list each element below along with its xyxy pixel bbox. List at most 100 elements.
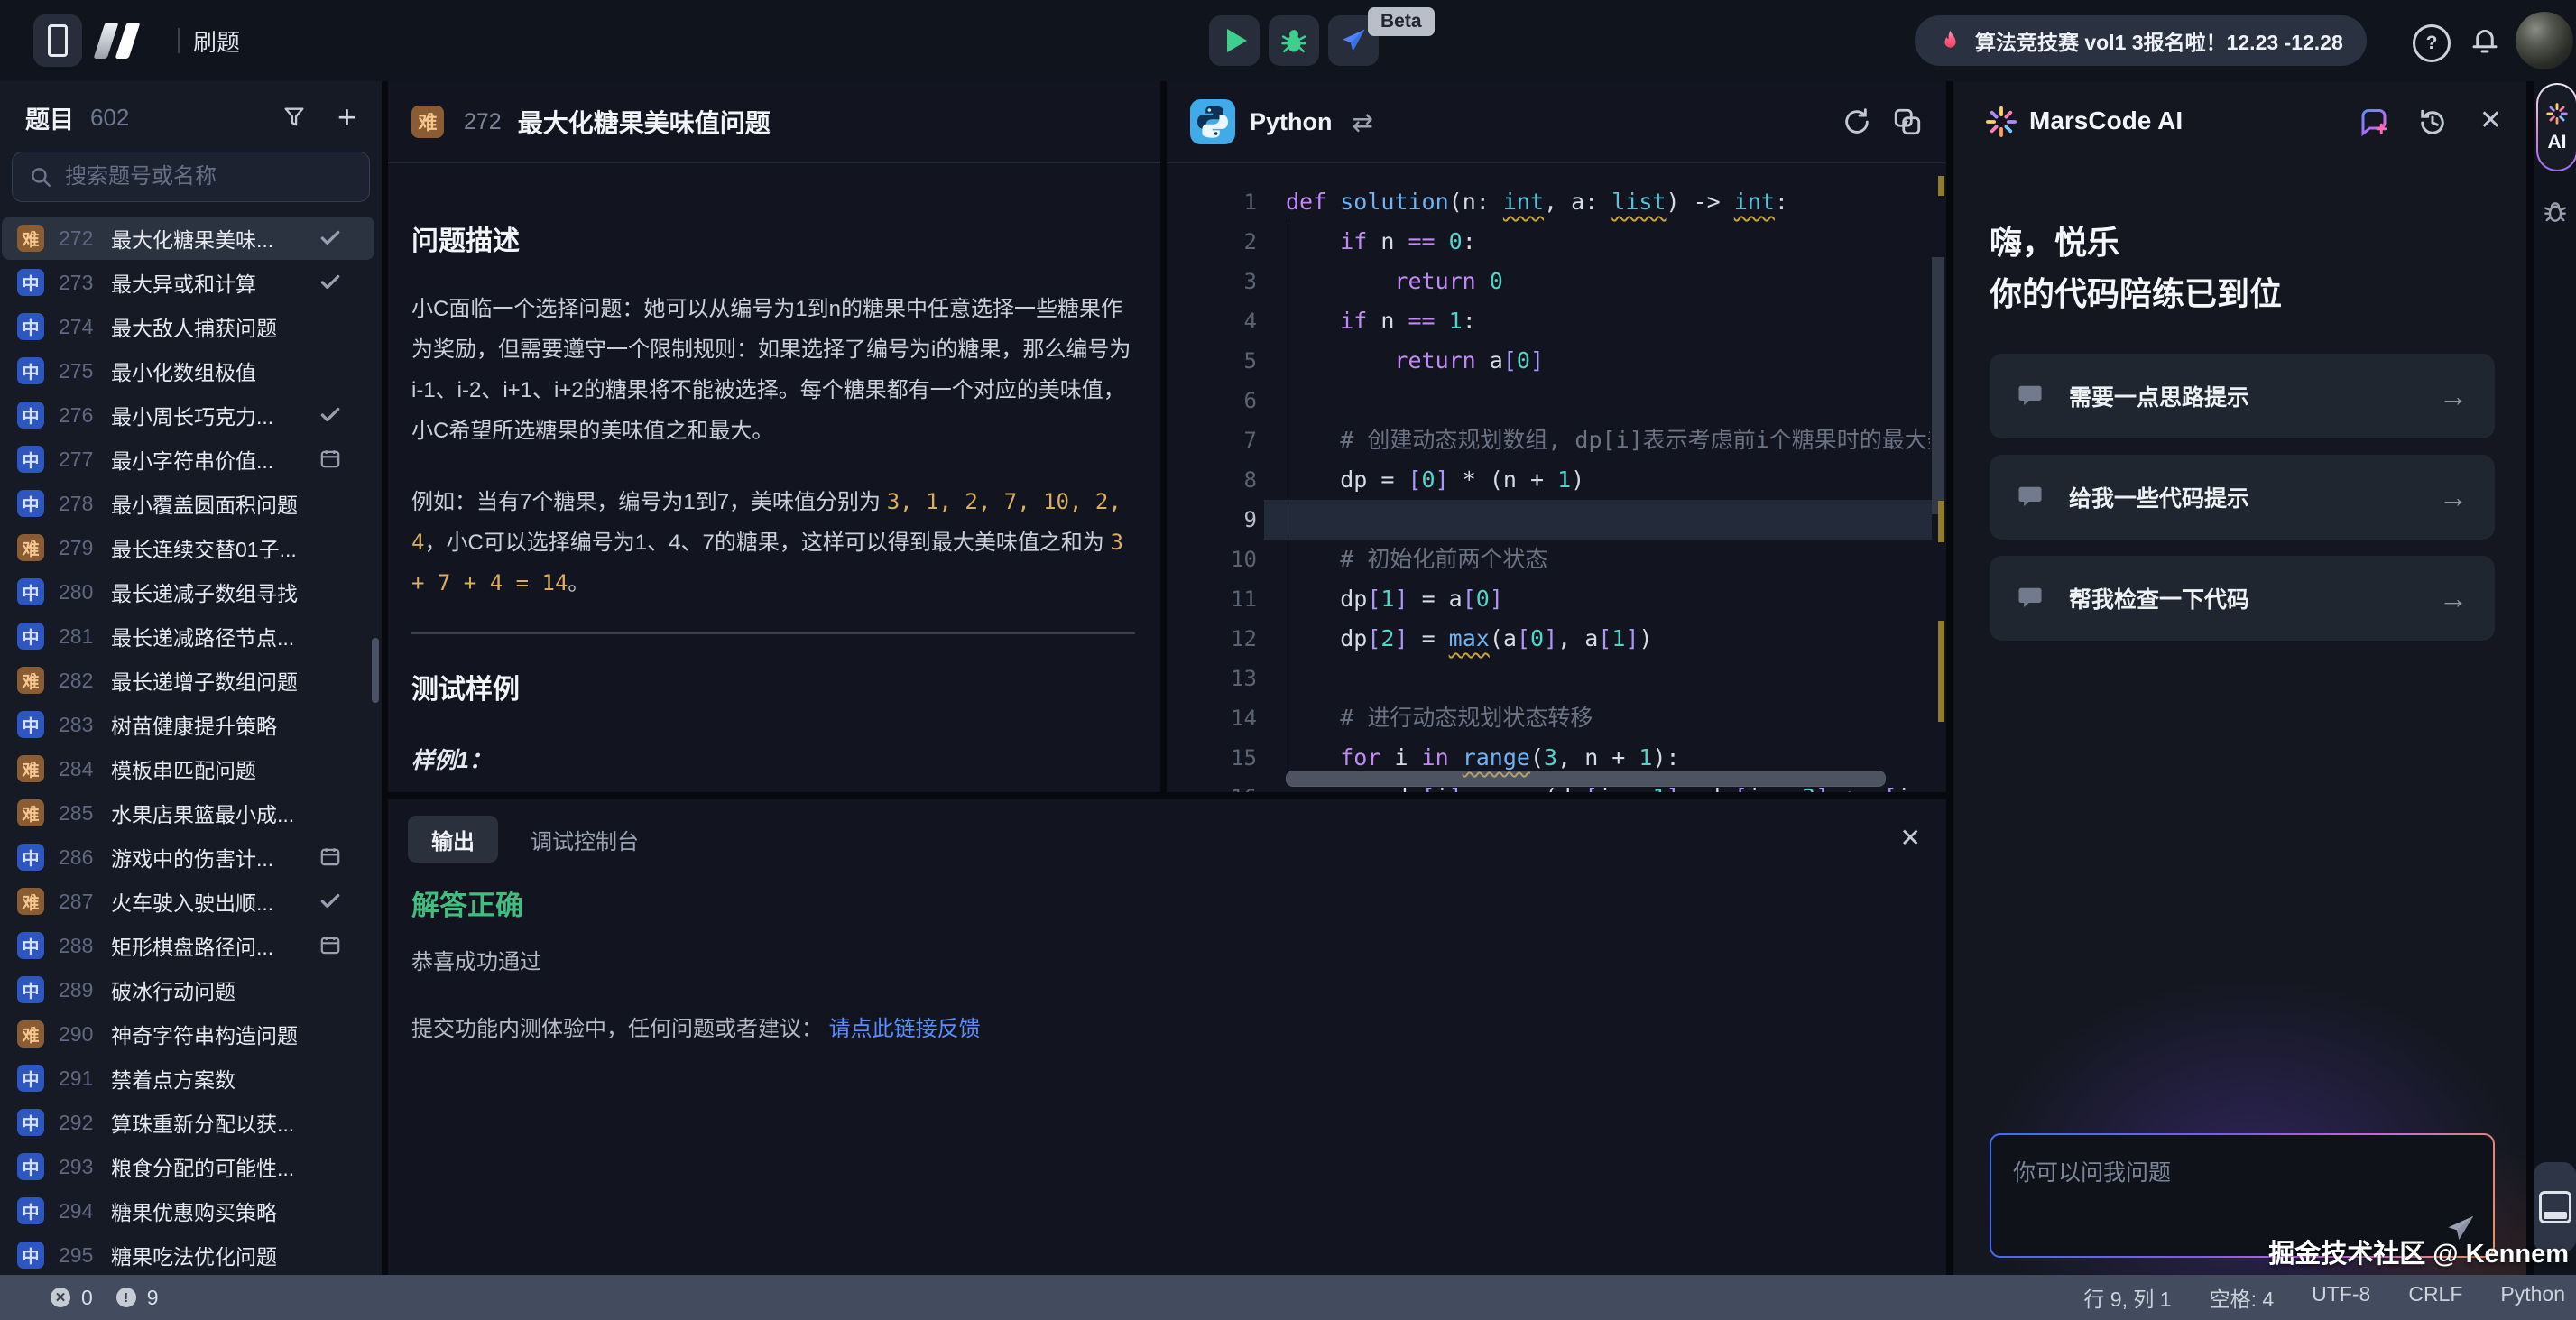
line-number: 15	[1167, 738, 1257, 778]
daily-note-icon	[319, 448, 342, 471]
problem-list-item[interactable]: 难279最长连续交替01子...	[2, 526, 374, 569]
reset-code-icon[interactable]	[1842, 106, 1872, 137]
close-output-icon[interactable]: ✕	[1900, 823, 1921, 853]
warnings-icon: !	[116, 1288, 136, 1307]
difficulty-badge: 中	[17, 1109, 44, 1136]
problem-number: 293	[59, 1155, 111, 1179]
status-item[interactable]: 行 9, 列 1	[2083, 1282, 2171, 1313]
arrow-right-icon: →	[2439, 481, 2468, 514]
warnings-count: 9	[147, 1286, 159, 1310]
problem-list-item[interactable]: 中273最大异或和计算	[2, 261, 374, 304]
line-number: 1	[1167, 182, 1257, 222]
status-item[interactable]: 空格: 4	[2210, 1282, 2275, 1313]
problem-list-item[interactable]: 难290神奇字符串构造问题	[2, 1012, 374, 1056]
problem-list-item[interactable]: 中294糖果优惠购买策略	[2, 1189, 374, 1232]
line-number: 7	[1167, 420, 1257, 460]
difficulty-badge: 难	[17, 888, 44, 915]
status-item[interactable]: UTF-8	[2312, 1282, 2370, 1313]
code-line: return a[0]	[1286, 341, 1930, 381]
notifications-bell-icon[interactable]	[2469, 24, 2501, 61]
problem-title: 火车驶入驶出顺...	[111, 886, 319, 917]
line-number: 3	[1167, 262, 1257, 301]
difficulty-badge: 难	[17, 534, 44, 561]
problem-list-item[interactable]: 难272最大化糖果美味...	[2, 217, 374, 260]
problem-list-item[interactable]: 中283树苗健康提升策略	[2, 703, 374, 746]
code-lines: def solution(n: int, a: list) -> int: if…	[1286, 182, 1930, 792]
difficulty-badge: 难	[17, 799, 44, 826]
ai-header: MarsCode AI ✕	[1953, 81, 2526, 164]
code-editor[interactable]: 12345678910111213141516 def solution(n: …	[1167, 162, 1946, 792]
contest-banner[interactable]: 算法竞技赛 vol1 3报名啦！12.23 -12.28	[1915, 15, 2367, 66]
filter-icon[interactable]	[282, 105, 307, 130]
ai-suggestion-card[interactable]: 帮我检查一下代码→	[1990, 556, 2495, 641]
problem-list-item[interactable]: 中280最长递减子数组寻找	[2, 570, 374, 614]
problem-list-item[interactable]: 中288矩形棋盘路径问...	[2, 924, 374, 967]
feedback-link[interactable]: 请点此链接反馈	[829, 1017, 981, 1041]
search-input[interactable]	[63, 163, 360, 190]
code-line	[1286, 659, 1930, 698]
close-ai-icon[interactable]: ✕	[2479, 105, 2502, 136]
debug-button[interactable]	[1269, 15, 1319, 66]
add-icon[interactable]: +	[337, 104, 356, 131]
horizontal-scrollbar[interactable]	[1286, 771, 1886, 787]
problem-list-item[interactable]: 中289破冰行动问题	[2, 968, 374, 1011]
compare-code-icon[interactable]	[1892, 106, 1923, 137]
history-icon[interactable]	[2416, 106, 2449, 139]
problem-list-item[interactable]: 中281最长递减路径节点...	[2, 614, 374, 658]
problem-title: 糖果吃法优化问题	[111, 1240, 374, 1270]
tab-debug-console[interactable]: 调试控制台	[531, 824, 639, 855]
problem-list-item[interactable]: 中293粮食分配的可能性...	[2, 1145, 374, 1188]
problem-title: 粮食分配的可能性...	[111, 1151, 374, 1182]
language-label: Python	[1250, 108, 1333, 136]
arrow-right-icon: →	[2439, 380, 2468, 413]
vertical-scrollbar[interactable]	[1932, 162, 1944, 792]
sample-label: 样例1：	[411, 743, 1135, 775]
search-box[interactable]	[12, 152, 370, 202]
problem-list-item[interactable]: 难282最长递增子数组问题	[2, 659, 374, 702]
ai-suggestion-card[interactable]: 给我一些代码提示→	[1990, 455, 2495, 540]
problem-list-item[interactable]: 难285水果店果篮最小成...	[2, 791, 374, 835]
problem-panel: 难 272 最大化糖果美味值问题 问题描述 小C面临一个选择问题：她可以从编号为…	[388, 81, 1160, 792]
debug-panel-icon[interactable]	[2541, 197, 2570, 226]
right-toolbar-strip: AI	[2534, 81, 2576, 1275]
arrow-right-icon: →	[2439, 582, 2468, 615]
problem-list-item[interactable]: 难287火车驶入驶出顺...	[2, 880, 374, 923]
ai-assistant-toggle[interactable]: AI	[2536, 83, 2576, 171]
problem-list-item[interactable]: 中276最小周长巧克力...	[2, 393, 374, 437]
divider	[178, 28, 180, 53]
sidebar-scrollbar[interactable]	[372, 638, 379, 703]
community-watermark: 掘金技术社区 @ Kennem	[2268, 1232, 2569, 1270]
status-item[interactable]: CRLF	[2408, 1282, 2462, 1313]
description-paragraph: 小C面临一个选择问题：她可以从编号为1到n的糖果中任意选择一些糖果作为奖励，但需…	[411, 289, 1135, 451]
problem-list-item[interactable]: 中274最大敌人捕获问题	[2, 305, 374, 348]
problem-list-item[interactable]: 中275最小化数组极值	[2, 349, 374, 392]
switch-language-icon[interactable]: ⇄	[1353, 107, 1373, 137]
new-chat-icon[interactable]	[2358, 106, 2390, 139]
problem-list-item[interactable]: 中291禁着点方案数	[2, 1057, 374, 1100]
problem-list-item[interactable]: 中295糖果吃法优化问题	[2, 1233, 374, 1275]
ai-suggestion-card[interactable]: 需要一点思路提示→	[1990, 354, 2495, 438]
status-bar: ✕ 0 ! 9 行 9, 列 1 空格: 4 UTF-8 CRLF Python	[0, 1275, 2576, 1320]
code-line	[1286, 500, 1930, 540]
section-divider	[411, 632, 1135, 634]
difficulty-badge: 中	[17, 1065, 44, 1092]
problems-status[interactable]: ✕ 0 ! 9	[51, 1286, 171, 1310]
sidebar-toggle-button[interactable]	[33, 14, 82, 67]
problem-list-item[interactable]: 难284模板串匹配问题	[2, 747, 374, 790]
problem-number: 295	[59, 1243, 111, 1268]
tab-output[interactable]: 输出	[408, 816, 498, 863]
help-icon[interactable]: ?	[2413, 24, 2451, 62]
errors-count: 0	[81, 1286, 93, 1310]
scrollbar-thumb[interactable]	[1932, 257, 1944, 514]
status-item[interactable]: Python	[2500, 1282, 2565, 1313]
problem-list-item[interactable]: 中278最小覆盖圆面积问题	[2, 482, 374, 525]
problem-title: 最大化糖果美味值问题	[518, 104, 771, 140]
run-button[interactable]	[1209, 15, 1260, 66]
user-avatar[interactable]	[2516, 12, 2573, 69]
ruler-mark	[1938, 621, 1944, 722]
problem-number: 284	[59, 757, 111, 781]
problem-list: 难272最大化糖果美味...中273最大异或和计算中274最大敌人捕获问题中27…	[0, 217, 382, 1275]
problem-list-item[interactable]: 中286游戏中的伤害计...	[2, 835, 374, 879]
problem-list-item[interactable]: 中292算珠重新分配以获...	[2, 1101, 374, 1144]
problem-list-item[interactable]: 中277最小字符串价值...	[2, 438, 374, 481]
